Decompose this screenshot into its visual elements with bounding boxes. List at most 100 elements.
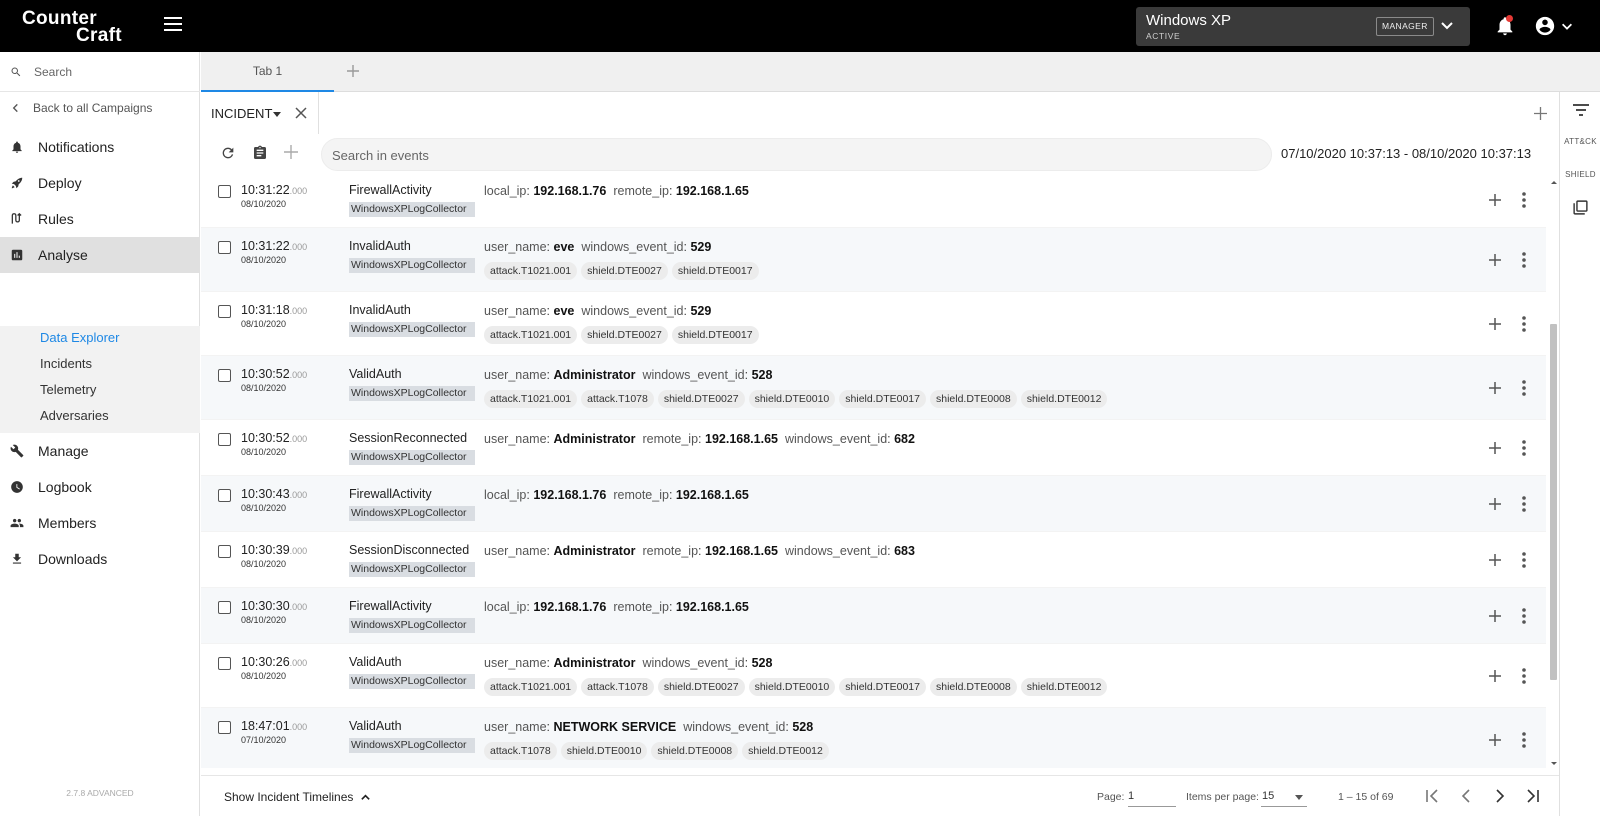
add-event-icon[interactable] xyxy=(1488,669,1502,683)
add-event-icon[interactable] xyxy=(1488,609,1502,623)
more-vert-icon[interactable] xyxy=(1522,440,1526,456)
field-value[interactable]: eve xyxy=(554,304,575,318)
event-row[interactable]: 18:47:01.000 07/10/2020 ValidAuth WindowsXP… xyxy=(201,708,1546,768)
logo[interactable]: Counter Craft xyxy=(22,8,132,46)
tag-chip[interactable]: shield.DTE0017 xyxy=(839,678,926,696)
field-value[interactable]: 528 xyxy=(752,656,773,670)
account-menu[interactable] xyxy=(1534,14,1578,38)
more-vert-icon[interactable] xyxy=(1522,316,1526,332)
tag-chip[interactable]: shield.DTE0008 xyxy=(930,390,1017,408)
tag-chip[interactable]: attack.T1021.001 xyxy=(484,678,578,696)
event-source-badge[interactable]: WindowsXPLogCollector xyxy=(349,562,475,577)
event-checkbox[interactable] xyxy=(218,185,231,198)
add-event-icon[interactable] xyxy=(1488,381,1502,395)
filter-icon[interactable] xyxy=(1573,104,1589,116)
add-event-icon[interactable] xyxy=(1488,317,1502,331)
clipboard-icon[interactable] xyxy=(252,145,268,161)
event-row[interactable]: 10:30:52.000 08/10/2020 SessionReconnected… xyxy=(201,420,1546,476)
items-per-page-select[interactable]: 15 xyxy=(1261,785,1307,807)
add-icon[interactable] xyxy=(284,145,298,159)
event-row[interactable]: 10:30:30.000 08/10/2020 FirewallActivity Wi… xyxy=(201,588,1546,644)
sidebar-item-logbook[interactable]: Logbook xyxy=(0,469,200,505)
event-row[interactable]: 10:31:22.000 08/10/2020 FirewallActivity Wi… xyxy=(201,178,1546,228)
field-value[interactable]: 192.168.1.65 xyxy=(676,488,749,502)
tag-chip[interactable]: shield.DTE0010 xyxy=(748,390,836,408)
tag-chip[interactable]: shield.DTE0012 xyxy=(742,742,829,760)
tag-chip[interactable]: attack.T1078 xyxy=(581,678,654,696)
event-source-badge[interactable]: WindowsXPLogCollector xyxy=(349,738,475,753)
field-value[interactable]: Administrator xyxy=(554,432,636,446)
tag-chip[interactable]: shield.DTE0027 xyxy=(657,390,745,408)
attack-panel-toggle[interactable]: ATT&CK xyxy=(1560,137,1600,146)
sidebar-subitem-telemetry[interactable]: Telemetry xyxy=(40,382,96,397)
field-value[interactable]: 192.168.1.76 xyxy=(533,488,606,502)
field-value[interactable]: 192.168.1.76 xyxy=(533,600,606,614)
field-value[interactable]: 682 xyxy=(894,432,915,446)
more-vert-icon[interactable] xyxy=(1522,732,1526,748)
events-search-input[interactable] xyxy=(332,146,1232,164)
field-value[interactable]: Administrator xyxy=(554,544,636,558)
add-icon[interactable] xyxy=(1534,107,1547,120)
add-event-icon[interactable] xyxy=(1488,193,1502,207)
menu-icon[interactable] xyxy=(164,17,182,33)
event-row[interactable]: 10:30:43.000 08/10/2020 FirewallActivity Wi… xyxy=(201,476,1546,532)
next-page-icon[interactable] xyxy=(1492,788,1508,804)
tag-chip[interactable]: attack.T1078 xyxy=(484,742,557,760)
field-value[interactable]: 192.168.1.65 xyxy=(676,600,749,614)
field-value[interactable]: eve xyxy=(554,240,575,254)
last-page-icon[interactable] xyxy=(1525,788,1541,804)
event-source-badge[interactable]: WindowsXPLogCollector xyxy=(349,450,475,465)
field-value[interactable]: 529 xyxy=(690,304,711,318)
event-checkbox[interactable] xyxy=(218,369,231,382)
add-event-icon[interactable] xyxy=(1488,441,1502,455)
event-row[interactable]: 10:31:22.000 08/10/2020 InvalidAuth Windows… xyxy=(201,228,1546,292)
add-event-icon[interactable] xyxy=(1488,733,1502,747)
incident-tab[interactable]: INCIDENT xyxy=(201,92,319,134)
more-vert-icon[interactable] xyxy=(1522,608,1526,624)
event-row[interactable]: 10:30:52.000 08/10/2020 ValidAuth WindowsXP… xyxy=(201,356,1546,420)
event-checkbox[interactable] xyxy=(218,657,231,670)
date-range[interactable]: 07/10/2020 10:37:13 - 08/10/2020 10:37:1… xyxy=(1281,146,1531,161)
tag-chip[interactable]: shield.DTE0008 xyxy=(930,678,1017,696)
tag-chip[interactable]: shield.DTE0012 xyxy=(1020,390,1108,408)
sidebar-search-input[interactable] xyxy=(34,62,184,82)
incident-name[interactable]: INCIDENT xyxy=(211,106,272,121)
sidebar-item-members[interactable]: Members xyxy=(0,505,200,541)
event-source-badge[interactable]: WindowsXPLogCollector xyxy=(349,618,475,633)
tab-1[interactable]: Tab 1 xyxy=(201,52,334,92)
field-value[interactable]: Administrator xyxy=(554,656,636,670)
sidebar-item-deploy[interactable]: Deploy xyxy=(0,165,200,201)
field-value[interactable]: 528 xyxy=(792,720,813,734)
event-row[interactable]: 10:30:26.000 08/10/2020 ValidAuth WindowsXP… xyxy=(201,644,1546,708)
more-vert-icon[interactable] xyxy=(1522,552,1526,568)
event-source-badge[interactable]: WindowsXPLogCollector xyxy=(349,322,475,337)
tag-chip[interactable]: shield.DTE0017 xyxy=(671,262,759,280)
event-checkbox[interactable] xyxy=(218,241,231,254)
event-checkbox[interactable] xyxy=(218,305,231,318)
event-row[interactable]: 10:31:18.000 08/10/2020 InvalidAuth Windows… xyxy=(201,292,1546,356)
sidebar-item-analyse[interactable]: Analyse xyxy=(0,237,200,273)
field-value[interactable]: 192.168.1.65 xyxy=(705,544,778,558)
add-event-icon[interactable] xyxy=(1488,553,1502,567)
event-checkbox[interactable] xyxy=(218,601,231,614)
sidebar-subitem-adversaries[interactable]: Adversaries xyxy=(40,408,109,423)
close-icon[interactable] xyxy=(295,107,307,119)
field-value[interactable]: 192.168.1.65 xyxy=(705,432,778,446)
more-vert-icon[interactable] xyxy=(1522,668,1526,684)
tag-chip[interactable]: attack.T1021.001 xyxy=(484,390,578,408)
more-vert-icon[interactable] xyxy=(1522,192,1526,208)
more-vert-icon[interactable] xyxy=(1522,380,1526,396)
event-source-badge[interactable]: WindowsXPLogCollector xyxy=(349,506,475,521)
sidebar-subitem-data-explorer[interactable]: Data Explorer xyxy=(40,330,119,345)
event-source-badge[interactable]: WindowsXPLogCollector xyxy=(349,258,475,273)
sidebar-item-rules[interactable]: Rules xyxy=(0,201,200,237)
tag-chip[interactable]: attack.T1021.001 xyxy=(484,262,578,280)
caret-down-icon[interactable] xyxy=(273,112,281,117)
more-vert-icon[interactable] xyxy=(1522,496,1526,512)
tag-chip[interactable]: shield.DTE0027 xyxy=(581,326,668,344)
tag-chip[interactable]: shield.DTE0012 xyxy=(1020,678,1108,696)
event-checkbox[interactable] xyxy=(218,489,231,502)
campaign-selector[interactable]: Windows XP ACTIVE MANAGER xyxy=(1136,7,1470,46)
tag-chip[interactable]: shield.DTE0008 xyxy=(651,742,739,760)
event-source-badge[interactable]: WindowsXPLogCollector xyxy=(349,386,475,401)
